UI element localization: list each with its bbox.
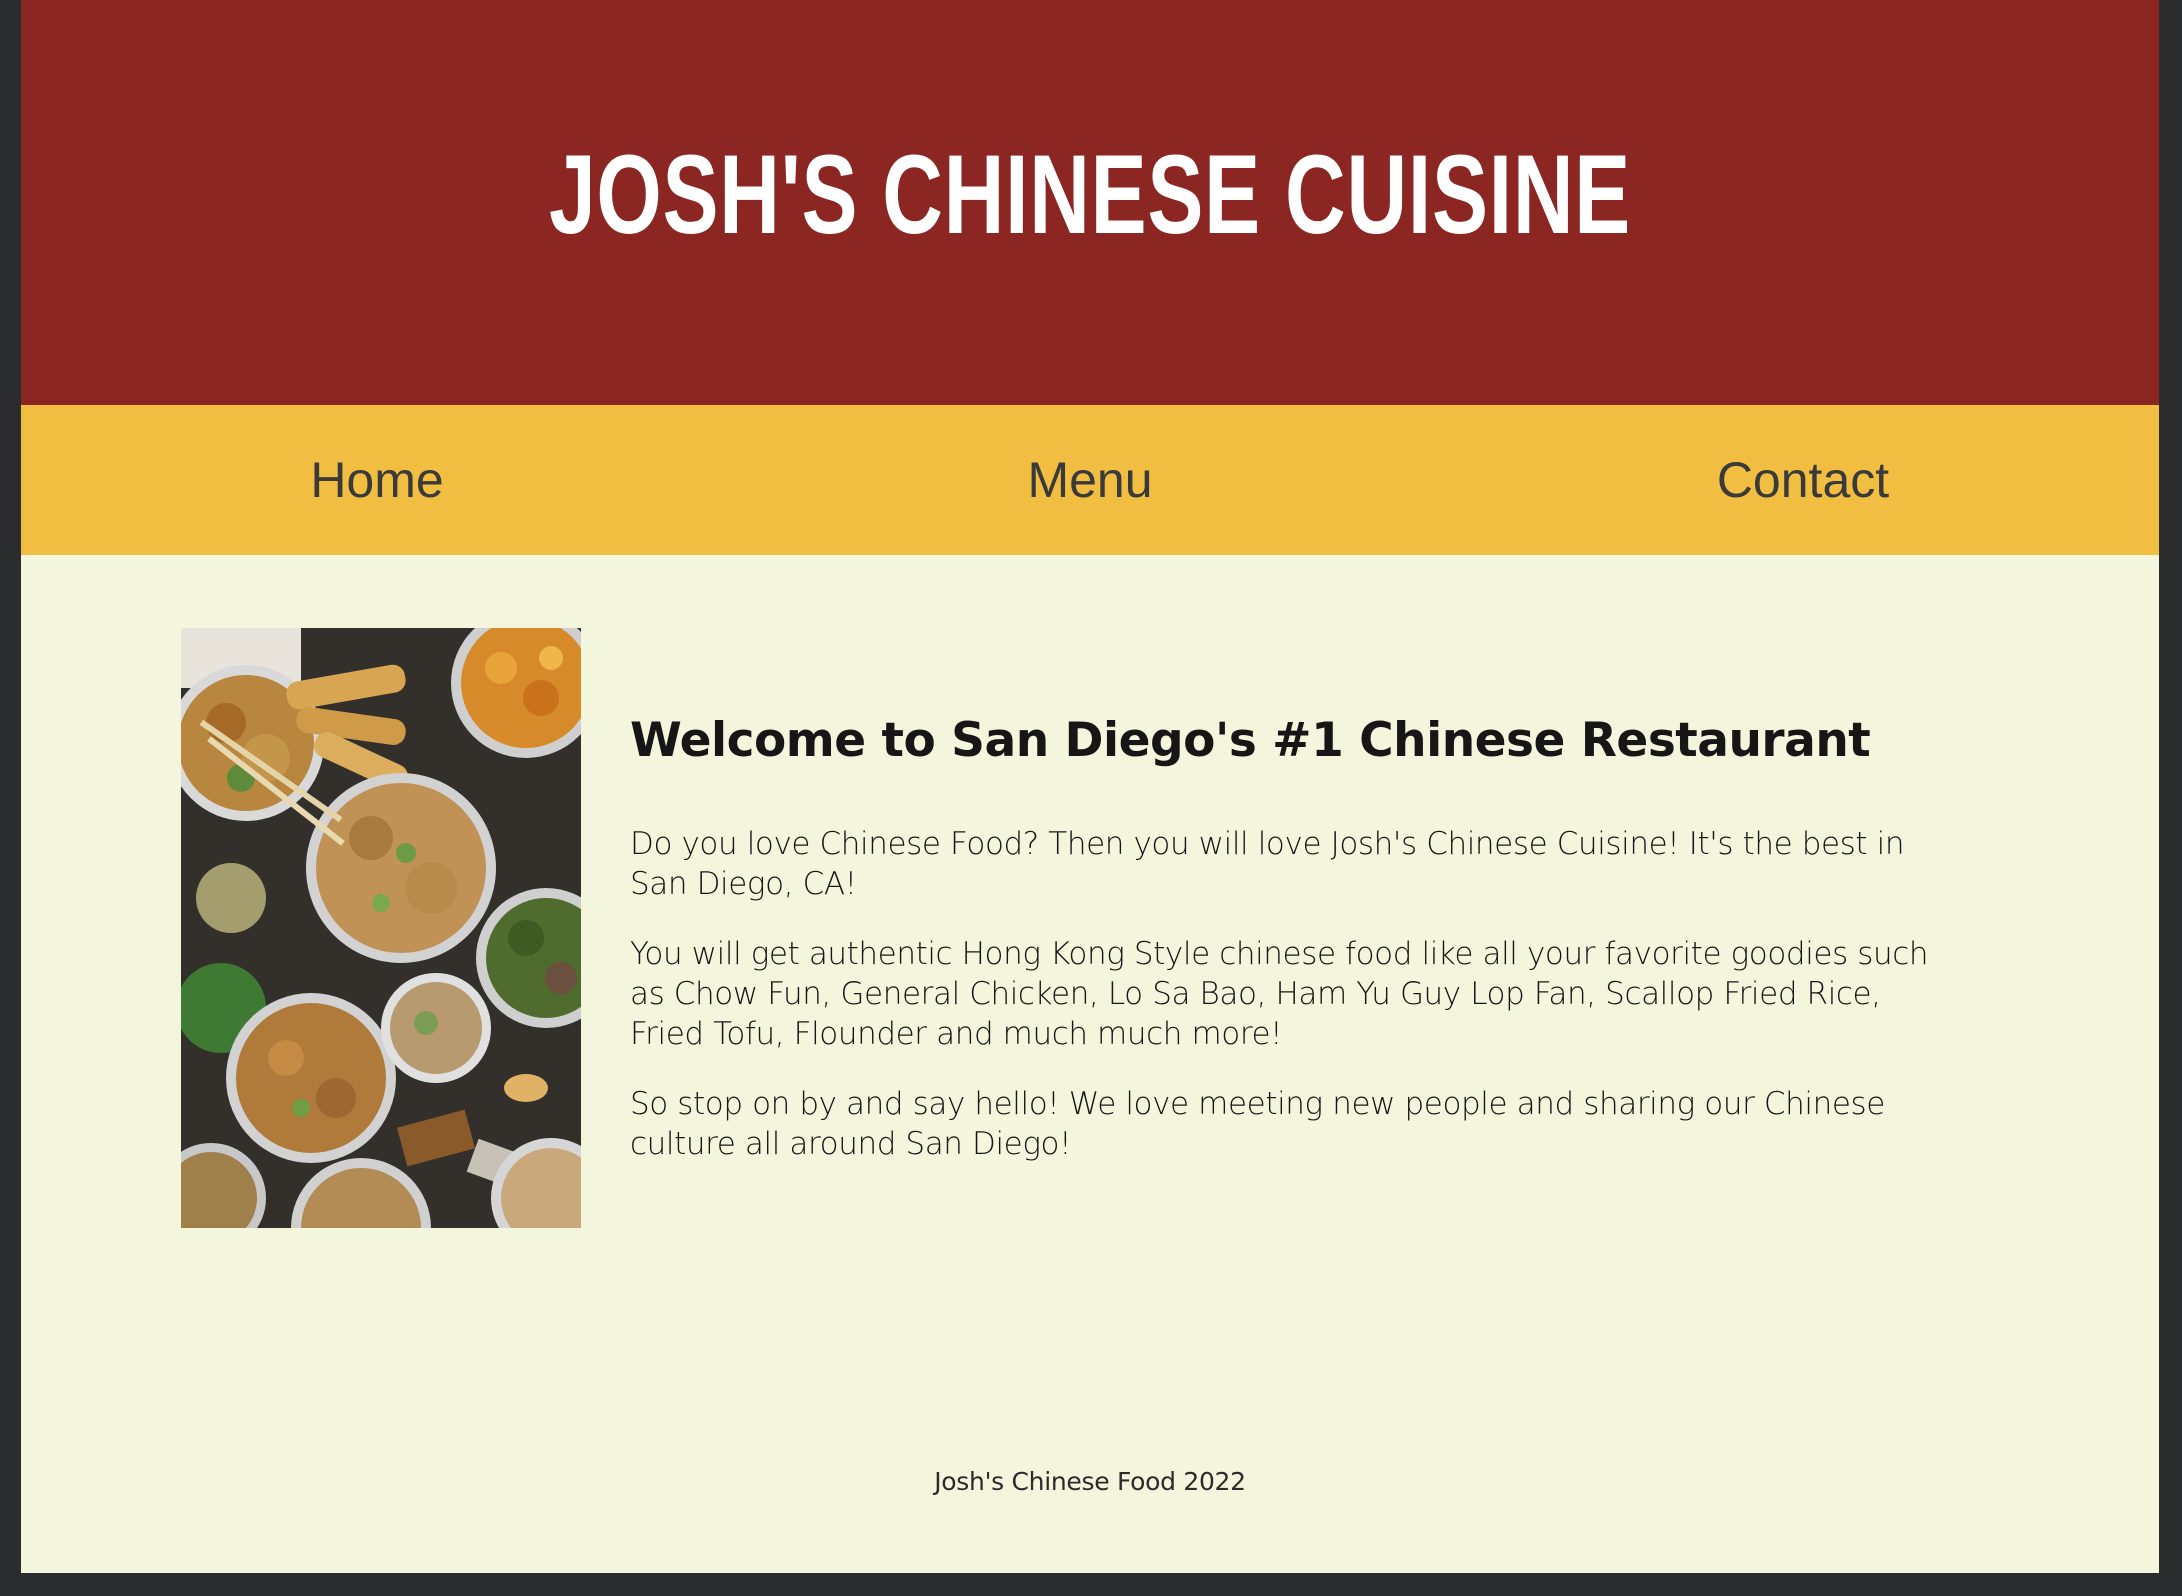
- dishes-paragraph: You will get authentic Hong Kong Style c…: [630, 936, 1929, 1052]
- site-title: JOSH'S CHINESE CUISINE: [548, 132, 1632, 257]
- site-header: JOSH'S CHINESE CUISINE: [21, 0, 2159, 405]
- welcome-section: Welcome to San Diego's #1 Chinese Restau…: [630, 700, 1930, 1194]
- welcome-heading: Welcome to San Diego's #1 Chinese Restau…: [630, 713, 1871, 768]
- intro-paragraph: Do you love Chinese Food? Then you will …: [630, 826, 1905, 902]
- visit-paragraph: So stop on by and say hello! We love mee…: [630, 1086, 1885, 1162]
- food-photo: [181, 628, 581, 1228]
- main-nav: Home Menu Contact: [21, 405, 2159, 555]
- site-footer: Josh's Chinese Food 2022: [934, 1467, 1246, 1496]
- nav-home-link[interactable]: Home: [21, 405, 733, 555]
- nav-menu-link[interactable]: Menu: [734, 405, 1446, 555]
- nav-contact-link[interactable]: Contact: [1447, 405, 2159, 555]
- page: JOSH'S CHINESE CUISINE Home Menu Contact: [21, 0, 2159, 1573]
